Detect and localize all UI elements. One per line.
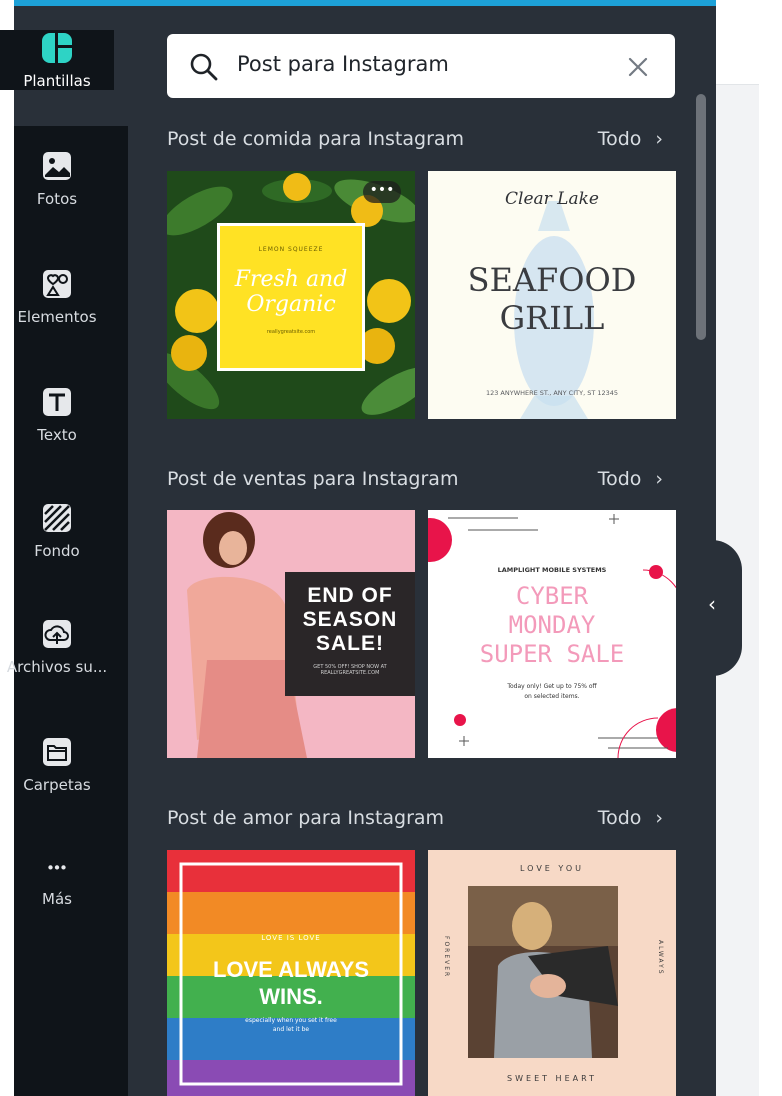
template-card-love-2[interactable]: LOVE YOU FOREVER ALWAYS SWEET HEART xyxy=(428,850,676,1096)
card-heading-line: MONDAY xyxy=(508,611,596,639)
folder-icon xyxy=(43,738,71,766)
card-left-text: FOREVER xyxy=(443,936,450,979)
elements-icon xyxy=(43,270,71,298)
section-title: Post de comida para Instagram xyxy=(167,128,465,150)
card-heading-line: CYBER xyxy=(515,582,589,610)
template-card-food-1[interactable]: LEMON SQUEEZE Fresh and Organic reallygr… xyxy=(167,171,415,419)
card-bottom-text: SWEET HEART xyxy=(507,1074,597,1083)
rail-item-mas[interactable]: Más xyxy=(0,858,114,908)
card-footer-line: especially when you set it free xyxy=(245,1017,337,1024)
section-title: Post de amor para Instagram xyxy=(167,807,445,829)
rail-item-fotos[interactable]: Fotos xyxy=(0,148,114,208)
rail-label: Carpetas xyxy=(23,776,91,794)
search-icon xyxy=(190,53,218,81)
rail-item-fondo[interactable]: Fondo xyxy=(0,500,114,560)
card-heading: SEAFOOD GRILL xyxy=(428,261,676,337)
card-heading-line: GRILL xyxy=(499,299,605,337)
card-heading: LOVE ALWAYS WINS. xyxy=(167,956,415,1010)
template-card-sales-1[interactable]: END OF SEASON SALE! GET 50% OFF! SHOP NO… xyxy=(167,510,415,758)
more-icon: ••• xyxy=(369,182,395,198)
canvas-header xyxy=(716,6,782,85)
rail-item-plantillas[interactable]: Plantillas xyxy=(0,30,114,90)
photo-icon xyxy=(43,152,71,180)
more-icon xyxy=(48,865,66,870)
chevron-left-icon: ‹ xyxy=(708,592,716,616)
card-heading-line: SUPER SALE xyxy=(479,640,625,668)
card-heading-line: WINS. xyxy=(259,984,323,1009)
card-footer: GET 50% OFF! SHOP NOW AT REALLYGREATSITE… xyxy=(313,664,387,676)
scrollbar[interactable] xyxy=(696,94,706,340)
rail-item-elementos[interactable]: Elementos xyxy=(0,266,114,326)
card-overlay: END OF SEASON SALE! GET 50% OFF! SHOP NO… xyxy=(285,572,415,696)
see-all-link[interactable]: Todo › xyxy=(598,468,663,490)
card-footer: especially when you set it free and let … xyxy=(167,1016,415,1034)
text-icon xyxy=(43,388,71,416)
card-small-text: LOVE IS LOVE xyxy=(261,934,321,942)
card-footer-line: on selected items. xyxy=(524,693,580,700)
card-heading-line: SEAFOOD xyxy=(467,261,637,299)
see-all-link[interactable]: Todo › xyxy=(598,807,663,829)
rail-label: Más xyxy=(42,890,72,908)
upload-cloud-icon xyxy=(43,620,71,648)
rail-label: Texto xyxy=(37,426,77,444)
chevron-right-icon: › xyxy=(655,807,663,829)
rail-label: Elementos xyxy=(17,308,97,326)
card-footer: Today only! Get up to 75% off on selecte… xyxy=(428,682,676,702)
template-card-love-1[interactable]: LOVE IS LOVE LOVE ALWAYS WINS. especiall… xyxy=(167,850,415,1096)
rail-label: Fondo xyxy=(34,542,80,560)
rail-label: Plantillas xyxy=(23,72,91,90)
see-all-label: Todo xyxy=(597,128,642,150)
chevron-right-icon: › xyxy=(655,468,663,490)
see-all-label: Todo xyxy=(597,807,642,829)
card-top-text: LOVE YOU xyxy=(520,864,584,873)
rail-label: Fotos xyxy=(36,190,78,208)
card-footer-line: Today only! Get up to 75% off xyxy=(507,683,597,690)
card-right-text: ALWAYS xyxy=(657,940,664,976)
card-overlay: LEMON SQUEEZE Fresh and Organic reallygr… xyxy=(217,223,365,371)
card-heading-line: Fresh and xyxy=(234,267,348,292)
card-heading: CYBER MONDAY SUPER SALE xyxy=(428,582,676,669)
section-title: Post de ventas para Instagram xyxy=(167,468,459,490)
card-small-text: LAMPLIGHT MOBILE SYSTEMS xyxy=(497,566,607,574)
see-all-label: Todo xyxy=(597,468,642,490)
card-heading: END OF SEASON SALE! xyxy=(285,584,415,656)
card-heading-line: LOVE ALWAYS xyxy=(212,957,370,982)
card-heading-line: SEASON xyxy=(302,608,398,631)
rail-item-carpetas[interactable]: Carpetas xyxy=(0,734,114,794)
search-input[interactable]: Post para Instagram xyxy=(237,52,449,76)
see-all-link[interactable]: Todo › xyxy=(598,128,663,150)
templates-panel: Post para Instagram Post de comida para … xyxy=(128,6,716,1096)
collapse-panel-button[interactable]: ‹ xyxy=(690,540,742,676)
templates-icon xyxy=(42,33,72,63)
card-footer: reallygreatsite.com xyxy=(266,329,316,335)
rail-label: Archivos su... xyxy=(6,658,108,676)
card-footer: 123 ANYWHERE ST., ANY CITY, ST 12345 xyxy=(485,389,619,397)
close-icon[interactable] xyxy=(627,56,649,78)
card-small-text: LEMON SQUEEZE xyxy=(258,246,324,253)
chevron-right-icon: › xyxy=(655,128,663,150)
couple-photo xyxy=(468,886,618,1058)
template-card-sales-2[interactable]: LAMPLIGHT MOBILE SYSTEMS CYBER MONDAY SU… xyxy=(428,510,676,758)
card-heading-line: Organic xyxy=(246,292,336,317)
more-options-button[interactable]: ••• xyxy=(363,181,401,203)
card-heading-line: SALE! xyxy=(316,632,384,655)
card-footer-line: and let it be xyxy=(272,1026,310,1033)
rail-item-uploads[interactable]: Archivos su... xyxy=(0,616,114,676)
template-card-food-2[interactable]: Clear Lake SEAFOOD GRILL 123 ANYWHERE ST… xyxy=(428,171,676,419)
card-heading: Fresh and Organic xyxy=(220,267,362,317)
rail-item-texto[interactable]: Texto xyxy=(0,384,114,444)
search-bar[interactable]: Post para Instagram xyxy=(167,34,675,98)
card-script-title: Clear Lake xyxy=(505,189,599,209)
card-heading-line: END OF xyxy=(307,584,393,607)
background-icon xyxy=(43,504,71,532)
window-edge-right xyxy=(759,84,782,1096)
